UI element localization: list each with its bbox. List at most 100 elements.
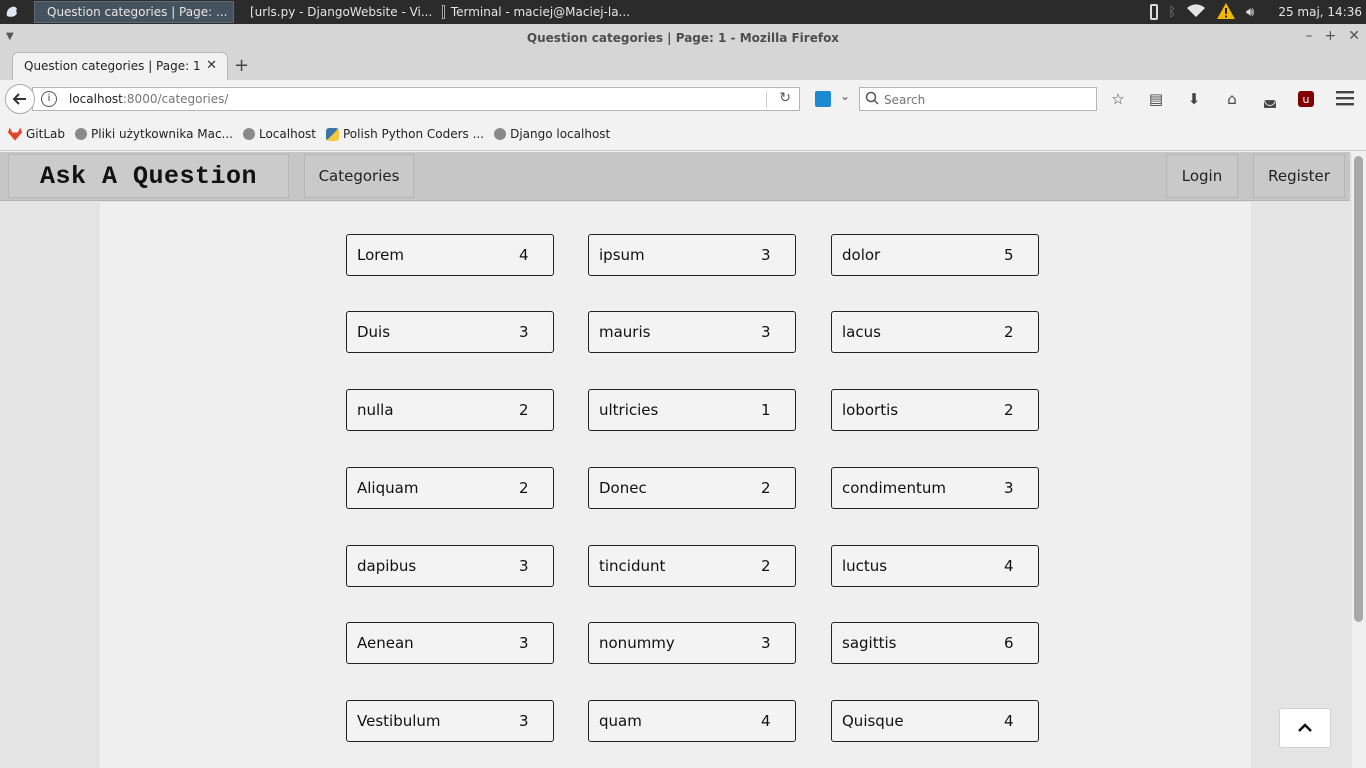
category-name: Aenean xyxy=(357,634,414,652)
category-card[interactable]: mauris 3 xyxy=(588,311,796,353)
url-separator xyxy=(766,92,767,108)
url-bar[interactable]: i localhost:8000/categories/ ↻ xyxy=(32,87,800,111)
category-name: tincidunt xyxy=(599,557,666,575)
category-count: 3 xyxy=(519,634,529,652)
bookmark-localhost[interactable]: Localhost xyxy=(242,127,316,141)
bookmark-pliki[interactable]: Pliki użytkownika Mac... xyxy=(75,127,233,141)
category-card[interactable]: Quisque 4 xyxy=(831,700,1039,742)
minimize-icon[interactable]: – xyxy=(1306,28,1313,44)
site-brand-link[interactable]: Ask A Question xyxy=(8,154,289,198)
category-count: 2 xyxy=(519,401,529,419)
category-card[interactable]: ultricies 1 xyxy=(588,389,796,431)
category-name: nonummy xyxy=(599,634,675,652)
app-menu-icon[interactable] xyxy=(0,0,24,24)
category-count: 2 xyxy=(1004,323,1014,341)
gitlab-icon xyxy=(8,127,22,141)
nav-register-link[interactable]: Register xyxy=(1253,154,1345,198)
taskbar-task-firefox[interactable]: Question categories | Page: ... xyxy=(34,1,234,23)
close-window-icon[interactable]: ✕ xyxy=(1348,28,1360,44)
category-card[interactable]: luctus 4 xyxy=(831,545,1039,587)
close-tab-icon[interactable]: ✕ xyxy=(206,58,217,73)
category-card[interactable]: dolor 5 xyxy=(831,234,1039,276)
home-icon[interactable]: ⌂ xyxy=(1222,89,1242,109)
category-card[interactable]: Lorem 4 xyxy=(346,234,554,276)
globe-icon xyxy=(494,128,507,140)
search-box[interactable] xyxy=(859,87,1097,111)
category-card[interactable]: quam 4 xyxy=(588,700,796,742)
category-card[interactable]: nulla 2 xyxy=(346,389,554,431)
bookmark-django-localhost[interactable]: Django localhost xyxy=(494,127,610,141)
downloads-icon[interactable]: ⬇ xyxy=(1184,89,1204,109)
category-card[interactable]: ipsum 3 xyxy=(588,234,796,276)
python-icon xyxy=(326,127,339,141)
reload-icon[interactable]: ↻ xyxy=(779,90,791,106)
category-name: nulla xyxy=(357,401,394,419)
globe-icon xyxy=(242,128,255,140)
category-name: ultricies xyxy=(599,401,659,419)
bluetooth-icon[interactable]: ᛒ xyxy=(1168,5,1176,20)
wifi-icon[interactable] xyxy=(1186,3,1206,21)
site-info-icon[interactable]: i xyxy=(41,91,57,107)
dropdown-icon[interactable]: ⌄ xyxy=(840,89,850,103)
category-card[interactable]: condimentum 3 xyxy=(831,467,1039,509)
category-card[interactable]: lacus 2 xyxy=(831,311,1039,353)
ublock-icon[interactable]: u xyxy=(1298,91,1314,107)
page-scrollbar[interactable] xyxy=(1352,152,1366,768)
taskbar-task-vscode[interactable]: [urls.py - DjangoWebsite - Vi... xyxy=(238,1,434,23)
taskbar-task-terminal[interactable]: Terminal - maciej@Maciej-la... xyxy=(436,1,636,23)
category-count: 3 xyxy=(761,246,771,264)
bookmark-label: Django localhost xyxy=(510,127,611,141)
category-name: condimentum xyxy=(842,479,946,497)
search-input[interactable] xyxy=(882,90,1086,110)
category-name: luctus xyxy=(842,557,888,575)
category-name: lacus xyxy=(842,323,881,341)
back-arrow-icon xyxy=(12,93,26,105)
category-card[interactable]: Donec 2 xyxy=(588,467,796,509)
category-card[interactable]: nonummy 3 xyxy=(588,622,796,664)
nav-login-link[interactable]: Login xyxy=(1166,154,1238,198)
maximize-icon[interactable]: + xyxy=(1325,28,1337,44)
warning-icon[interactable] xyxy=(1216,2,1236,23)
bookmark-polish-python-coders[interactable]: Polish Python Coders ... xyxy=(326,127,484,141)
category-name: Quisque xyxy=(842,712,904,730)
category-card[interactable]: lobortis 2 xyxy=(831,389,1039,431)
category-count: 1 xyxy=(761,401,771,419)
category-name: ipsum xyxy=(599,246,645,264)
category-card[interactable]: dapibus 3 xyxy=(346,545,554,587)
bookmarks-list-icon[interactable]: ▤ xyxy=(1146,89,1166,109)
scrollbar-thumb[interactable] xyxy=(1354,156,1363,622)
new-tab-button[interactable]: + xyxy=(234,55,249,76)
category-card[interactable]: Vestibulum 3 xyxy=(346,700,554,742)
category-count: 3 xyxy=(761,323,771,341)
clock[interactable]: 25 maj, 14:36 xyxy=(1278,5,1362,19)
volume-icon[interactable]: 🔊︎ xyxy=(1246,5,1254,20)
web-page: Ask A Question Categories Login Register… xyxy=(0,152,1352,768)
pocket-icon[interactable]: ◛ xyxy=(1260,89,1280,109)
bookmark-gitlab[interactable]: GitLab xyxy=(8,127,65,141)
url-text[interactable]: localhost:8000/categories/ xyxy=(69,92,228,106)
navigation-toolbar: i localhost:8000/categories/ ↻ ⌄ ☆ ▤ ⬇ ⌂… xyxy=(0,80,1366,118)
menu-icon[interactable] xyxy=(1336,90,1354,110)
bookmark-star-icon[interactable]: ☆ xyxy=(1108,89,1128,109)
category-card[interactable]: tincidunt 2 xyxy=(588,545,796,587)
back-button[interactable] xyxy=(5,84,35,114)
url-path: :8000/categories/ xyxy=(122,92,229,106)
category-card[interactable]: sagittis 6 xyxy=(831,622,1039,664)
battery-icon[interactable] xyxy=(1150,4,1159,20)
category-count: 2 xyxy=(761,557,771,575)
category-count: 2 xyxy=(1004,401,1014,419)
nav-categories-link[interactable]: Categories xyxy=(304,154,414,198)
category-count: 2 xyxy=(761,479,771,497)
category-name: mauris xyxy=(599,323,651,341)
scroll-to-top-button[interactable] xyxy=(1279,708,1331,748)
reader-view-icon[interactable] xyxy=(815,91,831,107)
search-icon xyxy=(865,91,879,105)
bookmark-label: Localhost xyxy=(258,127,316,141)
category-card[interactable]: Aliquam 2 xyxy=(346,467,554,509)
browser-tab-active[interactable]: Question categories | Page: 1 ✕ xyxy=(12,52,228,80)
category-name: Vestibulum xyxy=(357,712,441,730)
bookmarks-bar: GitLab Pliki użytkownika Mac... Localhos… xyxy=(0,118,1366,151)
category-card[interactable]: Duis 3 xyxy=(346,311,554,353)
category-card[interactable]: Aenean 3 xyxy=(346,622,554,664)
category-count: 3 xyxy=(761,634,771,652)
